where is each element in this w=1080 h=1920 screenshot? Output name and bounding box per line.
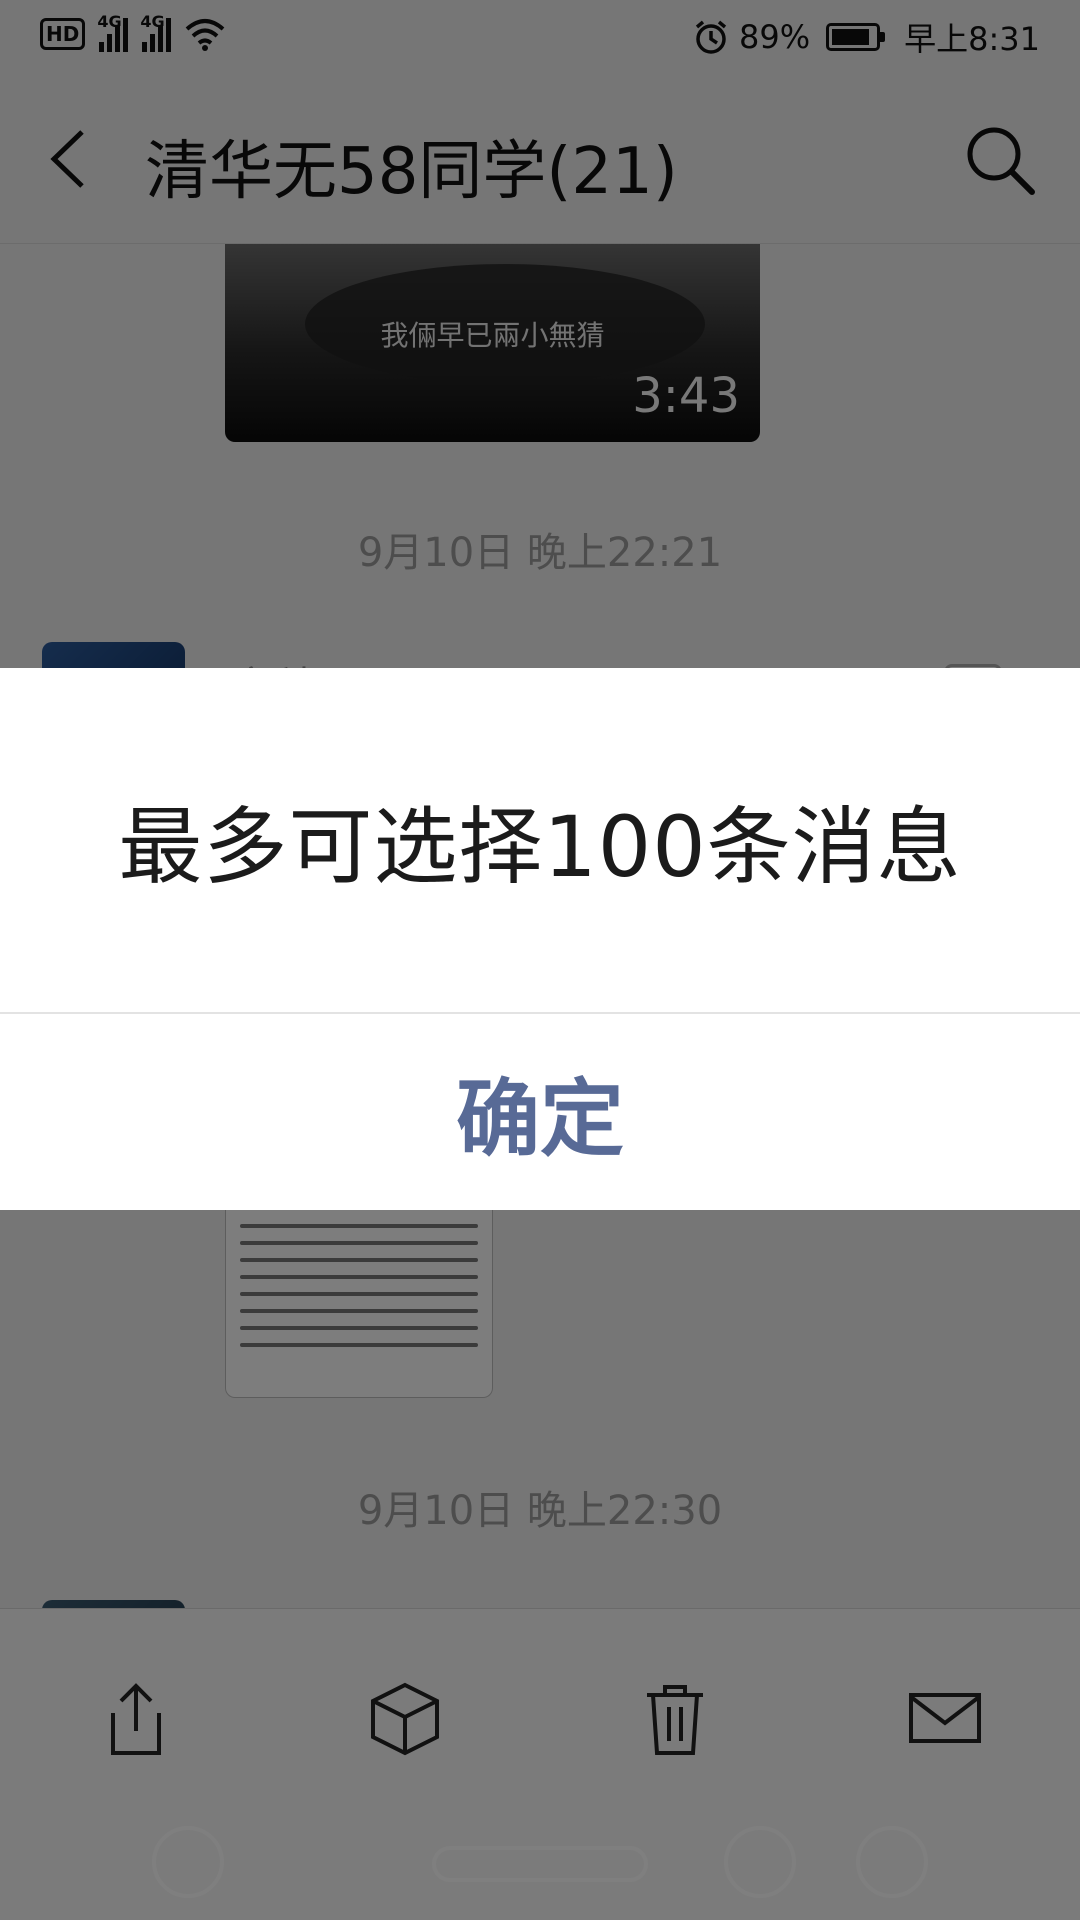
dialog-message: 最多可选择100条消息 bbox=[118, 797, 962, 896]
confirm-button[interactable]: 确定 bbox=[0, 1014, 1080, 1210]
alert-dialog: 最多可选择100条消息 确定 bbox=[0, 668, 1080, 1210]
